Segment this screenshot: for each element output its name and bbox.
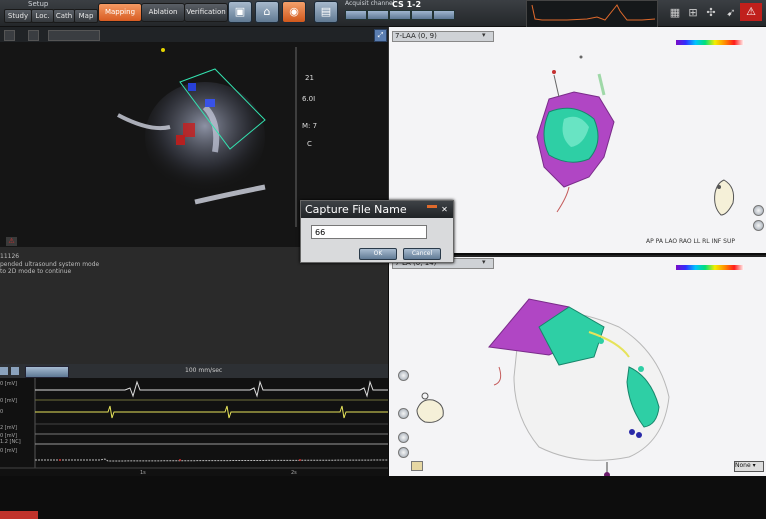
record-button[interactable] — [0, 511, 38, 519]
us-gain-label: 6.0I — [302, 95, 316, 103]
close-icon[interactable]: ✕ — [439, 204, 450, 215]
ok-button[interactable]: OK — [359, 248, 397, 260]
orientation-labels[interactable]: AP PA LAO RAO LL RL INF SUP — [646, 238, 735, 245]
grid-icon[interactable]: ▦ — [668, 6, 682, 20]
map-view-bottom[interactable] — [389, 255, 766, 478]
view-side-button[interactable] — [398, 447, 409, 458]
view-side-button[interactable] — [753, 220, 764, 231]
la-3d-map — [488, 298, 670, 478]
us-control-button[interactable] — [4, 30, 15, 41]
ecg-channel-label: 0 — [0, 409, 4, 415]
expand-icon[interactable]: ⤢ — [374, 29, 387, 42]
orientation-heart-glyph — [416, 392, 444, 423]
warning-icon[interactable]: ⚠ — [740, 3, 762, 21]
view-select[interactable]: None ▾ — [734, 461, 764, 472]
orientation-heart-glyph — [714, 179, 735, 216]
cancel-button[interactable]: Cancel — [403, 248, 441, 260]
view-side-button[interactable] — [398, 408, 409, 419]
ecg-channel-label: 2 [mV] — [0, 425, 17, 431]
mode-mapping-button[interactable]: Mapping — [98, 3, 142, 22]
zoom-icon[interactable]: ⊞ — [686, 6, 700, 20]
channel-button[interactable] — [433, 10, 455, 20]
channel-button[interactable] — [389, 10, 411, 20]
mode-ablation-button[interactable]: Ablation — [141, 3, 185, 22]
acquisition-channel-label: Acquisit channel — [345, 0, 395, 7]
channel-button[interactable] — [345, 10, 367, 20]
view-side-button[interactable] — [398, 432, 409, 443]
tab-study[interactable]: Study — [4, 9, 32, 23]
ecg-speed-label: 100 mm/sec — [185, 367, 223, 374]
bookmark-icon[interactable]: ⌂ — [255, 1, 279, 23]
folder-icon[interactable] — [411, 461, 423, 471]
minimize-icon[interactable] — [427, 205, 437, 208]
view-select-value: None — [735, 462, 751, 469]
chevron-down-icon: ▾ — [750, 462, 756, 469]
us-depth-label: 21 — [305, 74, 314, 82]
us-control-field[interactable] — [48, 30, 100, 41]
view-side-button[interactable] — [398, 370, 409, 381]
ecg-channel-label: 0 [mV] — [0, 381, 17, 387]
setup-label: Setup — [28, 0, 49, 8]
ecg-channel-label: 0 [mV] — [0, 398, 17, 404]
tab-cath[interactable]: Cath — [53, 9, 75, 23]
pointer-icon[interactable]: ➹ — [724, 6, 738, 20]
ecg-speed-select[interactable] — [25, 366, 69, 378]
message-line: 11126 — [0, 253, 20, 260]
ecg-control-button[interactable] — [0, 367, 8, 375]
view-top-title[interactable]: 7-LAA (0, 9) — [392, 31, 494, 42]
color-scale-bar — [676, 265, 744, 270]
cursor-icon[interactable]: ✣ — [704, 6, 718, 20]
us-control-button[interactable] — [28, 30, 39, 41]
us-c-label: C — [307, 140, 312, 148]
orientation-body-icon — [709, 177, 739, 219]
file-name-input[interactable]: 66 — [311, 225, 427, 239]
orientation-body-icon — [413, 390, 447, 426]
ecg-channel-label: 1.2 [NC] — [0, 439, 21, 445]
chevron-down-icon[interactable]: ▾ — [482, 258, 486, 266]
alert-icon[interactable]: ⚠ — [6, 237, 17, 246]
print-icon[interactable]: ▤ — [314, 1, 338, 23]
channel-button[interactable] — [411, 10, 433, 20]
image-icon[interactable]: ▣ — [228, 1, 252, 23]
bottom-strip — [0, 476, 766, 519]
view-side-button[interactable] — [753, 205, 764, 216]
camera-icon[interactable]: ◉ — [282, 1, 306, 23]
tab-loc[interactable]: Loc. — [31, 9, 54, 23]
color-scale-bar — [676, 40, 744, 45]
message-line: to 2D mode to continue — [0, 268, 72, 275]
us-mode-label: M: 7 — [302, 122, 318, 130]
tab-map[interactable]: Map — [74, 9, 98, 23]
mode-verification-button[interactable]: Verification — [184, 3, 228, 22]
chevron-down-icon[interactable]: ▾ — [482, 31, 486, 39]
ecg-traces — [0, 378, 388, 469]
dialog-title: Capture File Name — [301, 201, 453, 218]
ecg-control-button[interactable] — [11, 367, 19, 375]
channel-button[interactable] — [367, 10, 389, 20]
message-line: pended ultrasound system mode — [0, 261, 100, 268]
acquisition-channel-value[interactable]: CS 1-2 — [392, 0, 421, 9]
capture-file-name-dialog: Capture File Name ✕ 66 OK Cancel — [300, 200, 454, 263]
ecg-channel-label: 0 [mV] — [0, 448, 17, 454]
